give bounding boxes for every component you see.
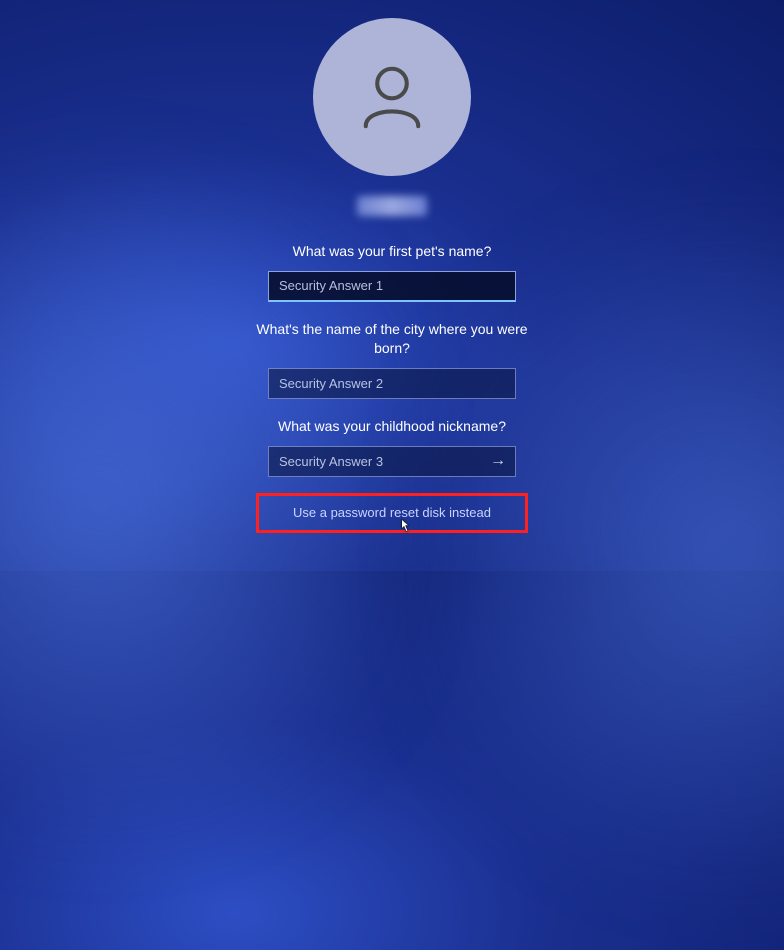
username-label <box>357 196 427 216</box>
submit-button[interactable]: → <box>480 446 516 477</box>
security-answer-3-input[interactable] <box>268 446 516 477</box>
avatar <box>313 18 471 176</box>
security-question-1: What was your first pet's name? <box>293 242 492 261</box>
arrow-right-icon: → <box>490 452 506 470</box>
cursor-icon <box>396 518 412 541</box>
security-question-3: What was your childhood nickname? <box>278 417 506 436</box>
alt-link-highlight: Use a password reset disk instead <box>256 493 528 533</box>
security-answer-2-input[interactable] <box>268 368 516 399</box>
person-icon <box>351 54 433 141</box>
password-reset-disk-link[interactable]: Use a password reset disk instead <box>293 505 491 520</box>
security-answer-1-input[interactable] <box>268 271 516 302</box>
security-question-2: What's the name of the city where you we… <box>252 320 532 358</box>
